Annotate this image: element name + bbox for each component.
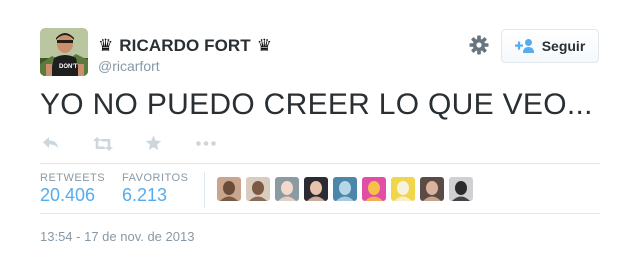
crown-icon: ♛ [256,36,273,55]
favorites-count: 6.213 [122,185,168,205]
tweet-text: YO NO PUEDO CREER LO QUE VEO... [40,88,593,121]
avatar[interactable]: DON'T [40,28,88,76]
favoriter-avatar[interactable] [275,177,299,201]
favoriter-avatar[interactable] [304,177,328,201]
favorites-stat[interactable]: FAVORITOS 6.213 [122,172,188,206]
user-handle[interactable]: @ricarfort [98,58,160,74]
star-icon[interactable] [145,135,162,151]
follow-button-label: Seguir [541,38,586,54]
favoriter-avatar[interactable] [217,177,241,201]
gear-icon[interactable] [469,35,489,55]
tweet-timestamp[interactable]: 13:54 - 17 de nov. de 2013 [40,229,194,244]
retweets-label: RETWEETS [40,172,106,184]
retweets-stat[interactable]: RETWEETS 20.406 [40,172,105,206]
crown-icon: ♛ [98,36,114,55]
favorites-label: FAVORITOS [122,172,189,184]
tweet-card: DON'T ♛ RICARDO FORT ♛ @ricarfort Seguir… [0,0,641,279]
retweets-count: 20.406 [40,185,96,205]
divider [40,213,600,214]
divider [40,163,600,164]
favoriter-avatar[interactable] [246,177,270,201]
favoriter-avatar[interactable] [391,177,415,201]
user-fullname[interactable]: RICARDO FORT [119,36,251,56]
svg-text:DON'T: DON'T [59,64,78,70]
favoriter-avatar[interactable] [333,177,357,201]
follow-button[interactable]: Seguir [501,29,599,63]
stats-separator [204,172,205,208]
fullname-row[interactable]: ♛ RICARDO FORT ♛ [98,36,272,56]
favoriter-avatar[interactable] [420,177,444,201]
add-user-icon [514,39,534,53]
favoriter-avatars [217,177,478,201]
favoriter-avatar[interactable] [362,177,386,201]
more-icon[interactable] [196,141,216,146]
reply-icon[interactable] [42,136,59,150]
retweet-icon[interactable] [92,137,114,151]
favoriter-avatar[interactable] [449,177,473,201]
